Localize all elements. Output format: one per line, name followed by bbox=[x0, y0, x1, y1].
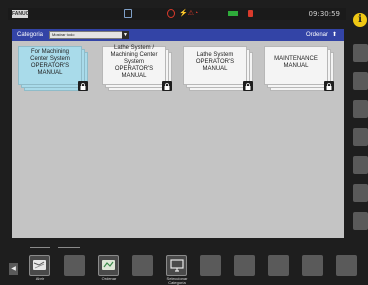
order-label: Ordenar bbox=[305, 32, 328, 38]
category-dropdown[interactable]: Mostrar todo ▼ bbox=[49, 31, 129, 39]
scroll-left-button[interactable]: ◀ bbox=[9, 263, 18, 275]
lock-icon bbox=[162, 81, 172, 91]
open-book-icon bbox=[33, 260, 46, 270]
soft-key-6[interactable] bbox=[200, 255, 221, 276]
manual-browser: Categoria Mostrar todo ▼ Ordenar ⬆ For M… bbox=[12, 29, 344, 238]
manual-title: Lathe System OPERATOR'S MANUAL bbox=[195, 52, 235, 72]
soft-key-2[interactable] bbox=[64, 255, 85, 276]
side-key-4[interactable] bbox=[353, 128, 368, 146]
select-category-label: Seleccionar Categoría bbox=[166, 276, 188, 285]
sort-up-icon[interactable]: ⬆ bbox=[331, 31, 338, 39]
status-bar: FANUC ⚡⚠◔ 09:30:59 bbox=[8, 8, 346, 20]
battery-icon bbox=[228, 11, 238, 16]
warning-icons: ⚡⚠◔ bbox=[179, 10, 199, 17]
open-label: Abrir bbox=[35, 276, 45, 281]
side-key-7[interactable] bbox=[353, 212, 368, 230]
select-category-button[interactable] bbox=[166, 255, 187, 276]
manual-card-lathe-machining-center[interactable]: Lathe System / Machining Center System O… bbox=[102, 45, 172, 91]
info-icon[interactable]: i bbox=[353, 13, 367, 27]
category-label: Categoria bbox=[17, 32, 44, 38]
sort-label: Ordenar bbox=[101, 276, 117, 281]
record-icon bbox=[167, 9, 175, 18]
side-key-6[interactable] bbox=[353, 184, 368, 202]
soft-key-9[interactable] bbox=[302, 255, 323, 276]
soft-key-10[interactable] bbox=[336, 255, 357, 276]
clock: 09:30:59 bbox=[308, 10, 340, 18]
manual-title: For Machining Center System OPERATOR'S M… bbox=[30, 48, 70, 76]
category-bar: Categoria Mostrar todo ▼ Ordenar ⬆ bbox=[12, 29, 344, 41]
side-key-5[interactable] bbox=[353, 156, 368, 174]
open-button[interactable] bbox=[29, 255, 50, 276]
side-key-2[interactable] bbox=[353, 72, 368, 90]
fanuc-logo: FANUC bbox=[12, 10, 30, 18]
manual-card-lathe[interactable]: Lathe System OPERATOR'S MANUAL bbox=[183, 46, 253, 91]
manual-card-machining-center[interactable]: For Machining Center System OPERATOR'S M… bbox=[18, 46, 88, 91]
soft-key-8[interactable] bbox=[268, 255, 289, 276]
manual-title: MAINTENANCE MANUAL bbox=[274, 55, 318, 69]
side-soft-keys: i bbox=[350, 8, 368, 243]
chevron-down-icon[interactable]: ▼ bbox=[122, 31, 129, 39]
soft-key-dock: ◀ Abrir Ordenar Seleccionar Categoría bbox=[0, 243, 368, 285]
sort-book-icon bbox=[102, 260, 115, 270]
manual-title: Lathe System / Machining Center System O… bbox=[110, 45, 158, 79]
side-key-1[interactable] bbox=[353, 44, 368, 62]
manual-card-maintenance[interactable]: MAINTENANCE MANUAL bbox=[264, 46, 334, 91]
alarm-icon bbox=[248, 10, 253, 17]
soft-key-4[interactable] bbox=[132, 255, 153, 276]
category-selected-value: Mostrar todo bbox=[52, 32, 75, 37]
manual-grid: For Machining Center System OPERATOR'S M… bbox=[18, 45, 342, 98]
memory-card-icon bbox=[124, 9, 132, 18]
side-key-3[interactable] bbox=[353, 100, 368, 118]
lock-icon bbox=[324, 81, 334, 91]
soft-key-7[interactable] bbox=[234, 255, 255, 276]
lock-icon bbox=[243, 81, 253, 91]
lock-icon bbox=[78, 81, 88, 91]
monitor-icon bbox=[169, 259, 184, 272]
sort-button[interactable] bbox=[98, 255, 119, 276]
